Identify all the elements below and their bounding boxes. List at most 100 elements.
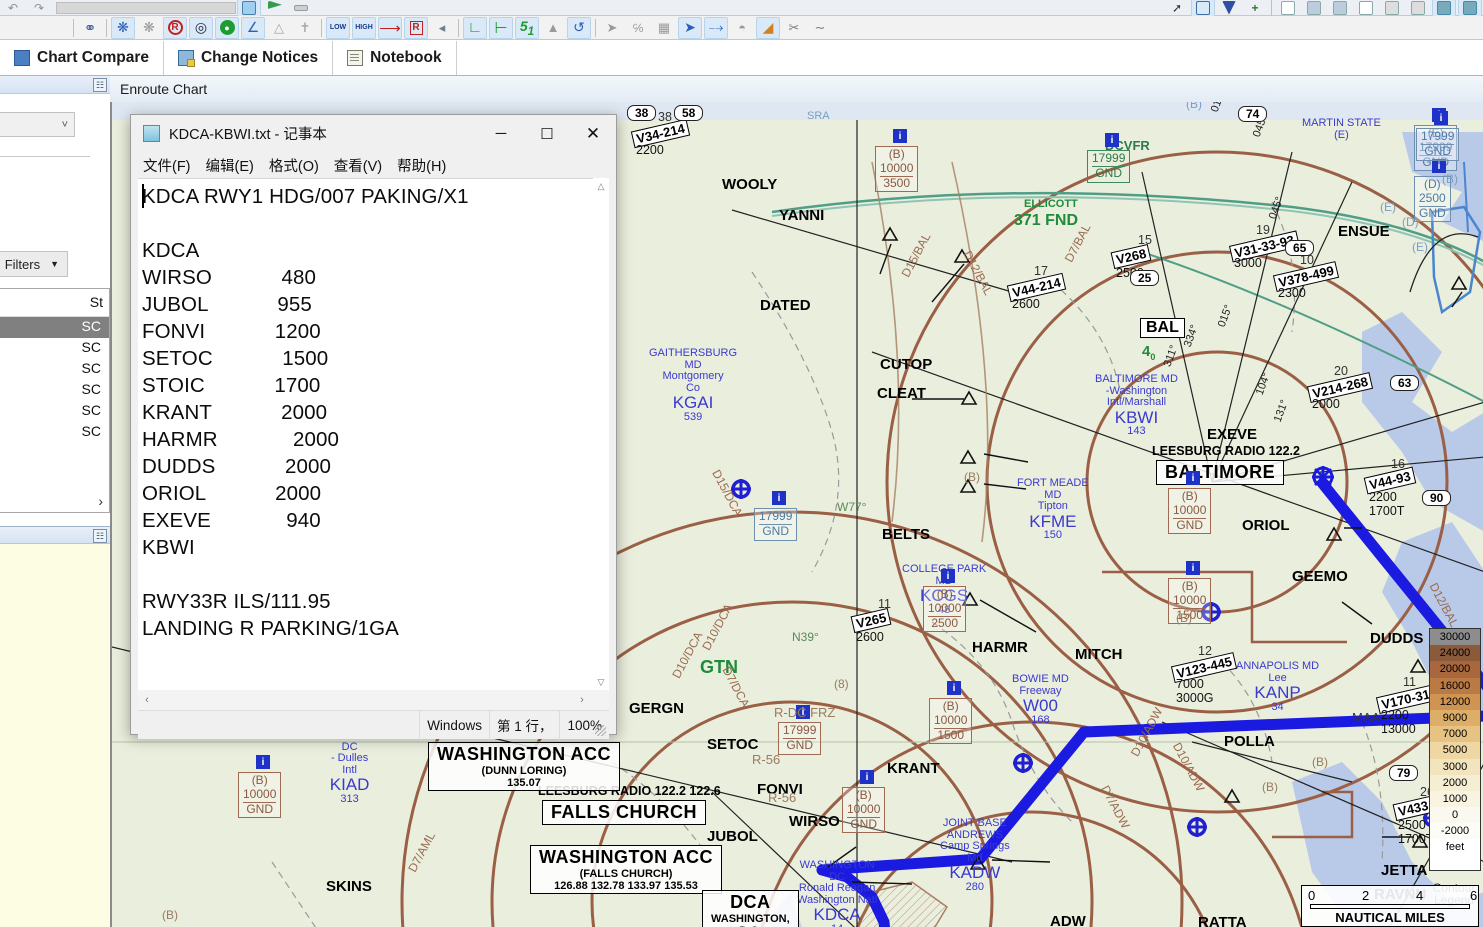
sidebar-table-row[interactable]: ILLESC: [0, 380, 109, 401]
change-notices-icon: [177, 50, 195, 67]
contour-level-16000: 16000: [1430, 677, 1480, 694]
scale-bar-line: [1310, 904, 1470, 909]
notepad-window[interactable]: KDCA-KBWI.txt - 记事本 ─ ☐ ✕ 文件(F) 编辑(E) 格式(O…: [130, 114, 617, 740]
vor-r-icon[interactable]: R: [163, 16, 187, 39]
relief-icon[interactable]: ◢: [756, 16, 780, 39]
bird-gray-icon[interactable]: ➤: [600, 17, 624, 39]
row-state: SC: [81, 423, 101, 439]
notepad-menu-item-1[interactable]: 编辑(E): [206, 155, 254, 176]
row-state: SC: [81, 318, 101, 334]
panel2-pin-icon[interactable]: ☷: [93, 529, 107, 543]
notepad-menu-item-3[interactable]: 查看(V): [334, 155, 382, 176]
scale-tick-4: 4: [1416, 888, 1424, 903]
tab-chart-compare-label: Chart Compare: [37, 49, 149, 66]
scale-caption: NAUTICAL MILES: [1335, 910, 1445, 925]
map-scale-bar: 0 2 4 6 NAUTICAL MILES: [1301, 885, 1479, 927]
percent-icon[interactable]: ℅: [626, 17, 650, 39]
toolbar-row-top[interactable]: ↶ ↷ ➚ +: [0, 0, 1483, 19]
sidebar-table-row[interactable]: URGSC: [0, 401, 109, 422]
minimize-button[interactable]: ─: [478, 116, 524, 152]
row-state: SC: [81, 381, 101, 397]
notepad-menu-item-2[interactable]: 格式(O): [269, 155, 319, 176]
contour-level-20000: 20000: [1430, 661, 1480, 678]
sidebar-table-row[interactable]: LSC: [0, 338, 109, 359]
tab-change-notices[interactable]: Change Notices: [163, 41, 334, 75]
angle-blue-icon[interactable]: ∠: [241, 16, 265, 39]
dashed-line-icon[interactable]: ⤍: [704, 16, 728, 39]
row-state: SC: [81, 402, 101, 418]
contour-level-5000: 5000: [1430, 742, 1480, 759]
high-altitude-icon[interactable]: HIGH: [352, 16, 376, 39]
contour-level-2000: 2000: [1430, 774, 1480, 791]
five-one-icon[interactable]: 51: [515, 16, 539, 39]
notepad-menu-bar[interactable]: 文件(F) 编辑(E) 格式(O) 查看(V) 帮助(H): [131, 152, 616, 178]
axis-green-icon[interactable]: ⊢: [489, 16, 513, 39]
loop-icon[interactable]: ↺: [567, 16, 591, 39]
sidebar-notes-area[interactable]: [0, 544, 110, 927]
resize-grip-icon[interactable]: [595, 725, 606, 736]
contour-level-12000: 12000: [1430, 693, 1480, 710]
vor-green-icon[interactable]: ●: [215, 16, 239, 39]
tab-notebook[interactable]: Notebook: [333, 41, 457, 75]
page-gray-icon[interactable]: ▦: [652, 17, 676, 39]
terrain-icon[interactable]: ◓: [730, 17, 754, 39]
gear-gray-icon[interactable]: ❋: [137, 17, 161, 39]
contour-level-0: 0: [1430, 807, 1480, 824]
scale-tick-6: 6: [1470, 888, 1478, 903]
sidebar-panel-header: ☷: [0, 76, 110, 94]
chevron-down-icon: ˅: [61, 119, 68, 131]
wedge-icon[interactable]: ◂: [430, 17, 454, 39]
maximize-button[interactable]: ☐: [524, 116, 570, 152]
close-button[interactable]: ✕: [570, 116, 616, 152]
expand-chevron-icon[interactable]: ›: [98, 493, 103, 509]
notepad-menu-item-4[interactable]: 帮助(H): [397, 155, 446, 176]
notepad-content[interactable]: KDCA RWY1 HDG/007 PAKING/X1 KDCA WIRSO 4…: [142, 183, 593, 642]
sidebar-table-row[interactable]: OROSC: [0, 422, 109, 443]
sidebar-table-row[interactable]: ESC: [0, 359, 109, 380]
sidebar-results-table[interactable]: St URGSCLSCESCILLESCURGSCOROSC ›: [0, 288, 110, 513]
sidebar-table-row[interactable]: URGSC: [0, 317, 109, 338]
gear-blue-icon[interactable]: ❋: [111, 16, 135, 39]
scissors-icon[interactable]: ✂: [782, 17, 806, 39]
arrow-blue-icon[interactable]: ➤: [678, 16, 702, 39]
scroll-down-icon[interactable]: ▽: [593, 674, 609, 690]
obstacle-icon[interactable]: ▲: [541, 17, 565, 39]
sidebar-dropdown[interactable]: ˅: [0, 112, 75, 137]
status-position: 第 1 行，: [488, 710, 560, 740]
scroll-up-icon[interactable]: △: [593, 178, 609, 194]
main-tab-bar[interactable]: Chart Compare Change Notices Notebook: [0, 40, 1483, 76]
tab-change-notices-label: Change Notices: [200, 49, 319, 66]
toolbar-drop-area[interactable]: [56, 1, 236, 14]
text-caret: [142, 184, 144, 208]
scroll-right-icon[interactable]: ›: [573, 690, 591, 710]
curve-icon[interactable]: ∼: [808, 17, 832, 39]
filters-label: Filters: [4, 256, 41, 272]
contour-level-feet: feet: [1430, 839, 1480, 856]
profile-green-icon[interactable]: ∟: [463, 16, 487, 39]
toolbar-row-tools[interactable]: ⚭ ❋ ❋ R ◎ ● ∠ △ ✝ LOW HIGH ⟶ R ◂ ∟ ⊢ 51 …: [0, 16, 1483, 40]
tab-chart-compare[interactable]: Chart Compare: [0, 41, 164, 75]
contour-level-9000: 9000: [1430, 709, 1480, 727]
triangle-gray-icon[interactable]: △: [267, 17, 291, 39]
contour-level-30000: 30000: [1430, 629, 1480, 646]
restricted-r-icon[interactable]: R: [404, 16, 428, 39]
contour-level--2000: -2000: [1430, 823, 1480, 840]
vertical-scrollbar[interactable]: △ ▽: [593, 178, 609, 690]
scroll-left-icon[interactable]: ‹: [138, 690, 156, 710]
approach-icon[interactable]: ⟶: [378, 16, 402, 39]
crosshair-icon[interactable]: ◎: [189, 16, 213, 39]
notepad-text-area[interactable]: KDCA RWY1 HDG/007 PAKING/X1 KDCA WIRSO 4…: [138, 178, 593, 690]
magnet-icon[interactable]: ⚭: [78, 17, 102, 39]
notepad-title-bar[interactable]: KDCA-KBWI.txt - 记事本 ─ ☐ ✕: [131, 115, 616, 152]
horizontal-scrollbar[interactable]: ‹ ›: [138, 690, 609, 710]
panel-pin-icon[interactable]: ☷: [93, 78, 107, 92]
table-header-row: St: [0, 289, 109, 317]
low-altitude-icon[interactable]: LOW: [326, 16, 350, 39]
notepad-edit-region[interactable]: KDCA RWY1 HDG/007 PAKING/X1 KDCA WIRSO 4…: [138, 178, 609, 791]
notepad-menu-item-0[interactable]: 文件(F): [143, 155, 191, 176]
filters-button[interactable]: Filters ▼: [0, 251, 68, 277]
left-sidebar[interactable]: ☷ ˅ Filters ▼ St URGSCLSCESCILLESCURGSCO…: [0, 76, 110, 927]
pin-gray-icon[interactable]: ✝: [293, 17, 317, 39]
enroute-chart-title: Enroute Chart: [110, 76, 1483, 102]
notepad-title-label: KDCA-KBWI.txt - 记事本: [169, 127, 327, 143]
